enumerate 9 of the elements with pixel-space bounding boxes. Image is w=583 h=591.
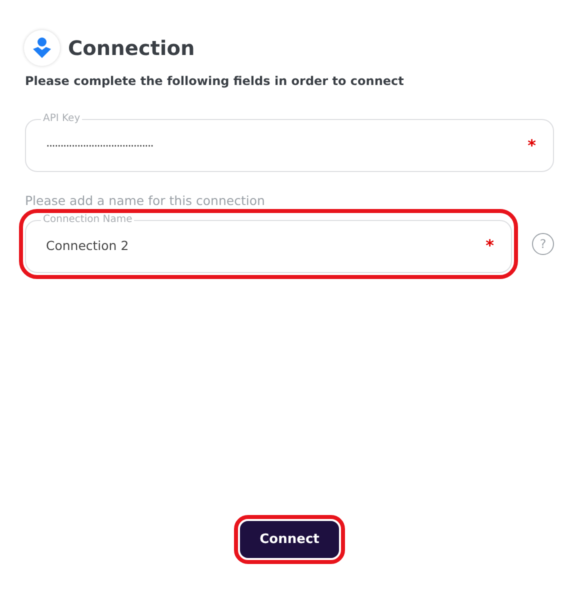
logo-icon <box>24 30 60 66</box>
required-mark: * <box>486 238 494 254</box>
page-title: Connection <box>68 36 195 60</box>
field-label: Connection Name <box>41 214 134 225</box>
instructions-text: Please complete the following fields in order to connect <box>25 73 405 90</box>
connect-button[interactable]: Connect <box>240 520 340 558</box>
required-mark: * <box>528 138 536 154</box>
field-caption: Please add a name for this connection <box>25 192 266 210</box>
field-label: API Key <box>41 114 82 124</box>
